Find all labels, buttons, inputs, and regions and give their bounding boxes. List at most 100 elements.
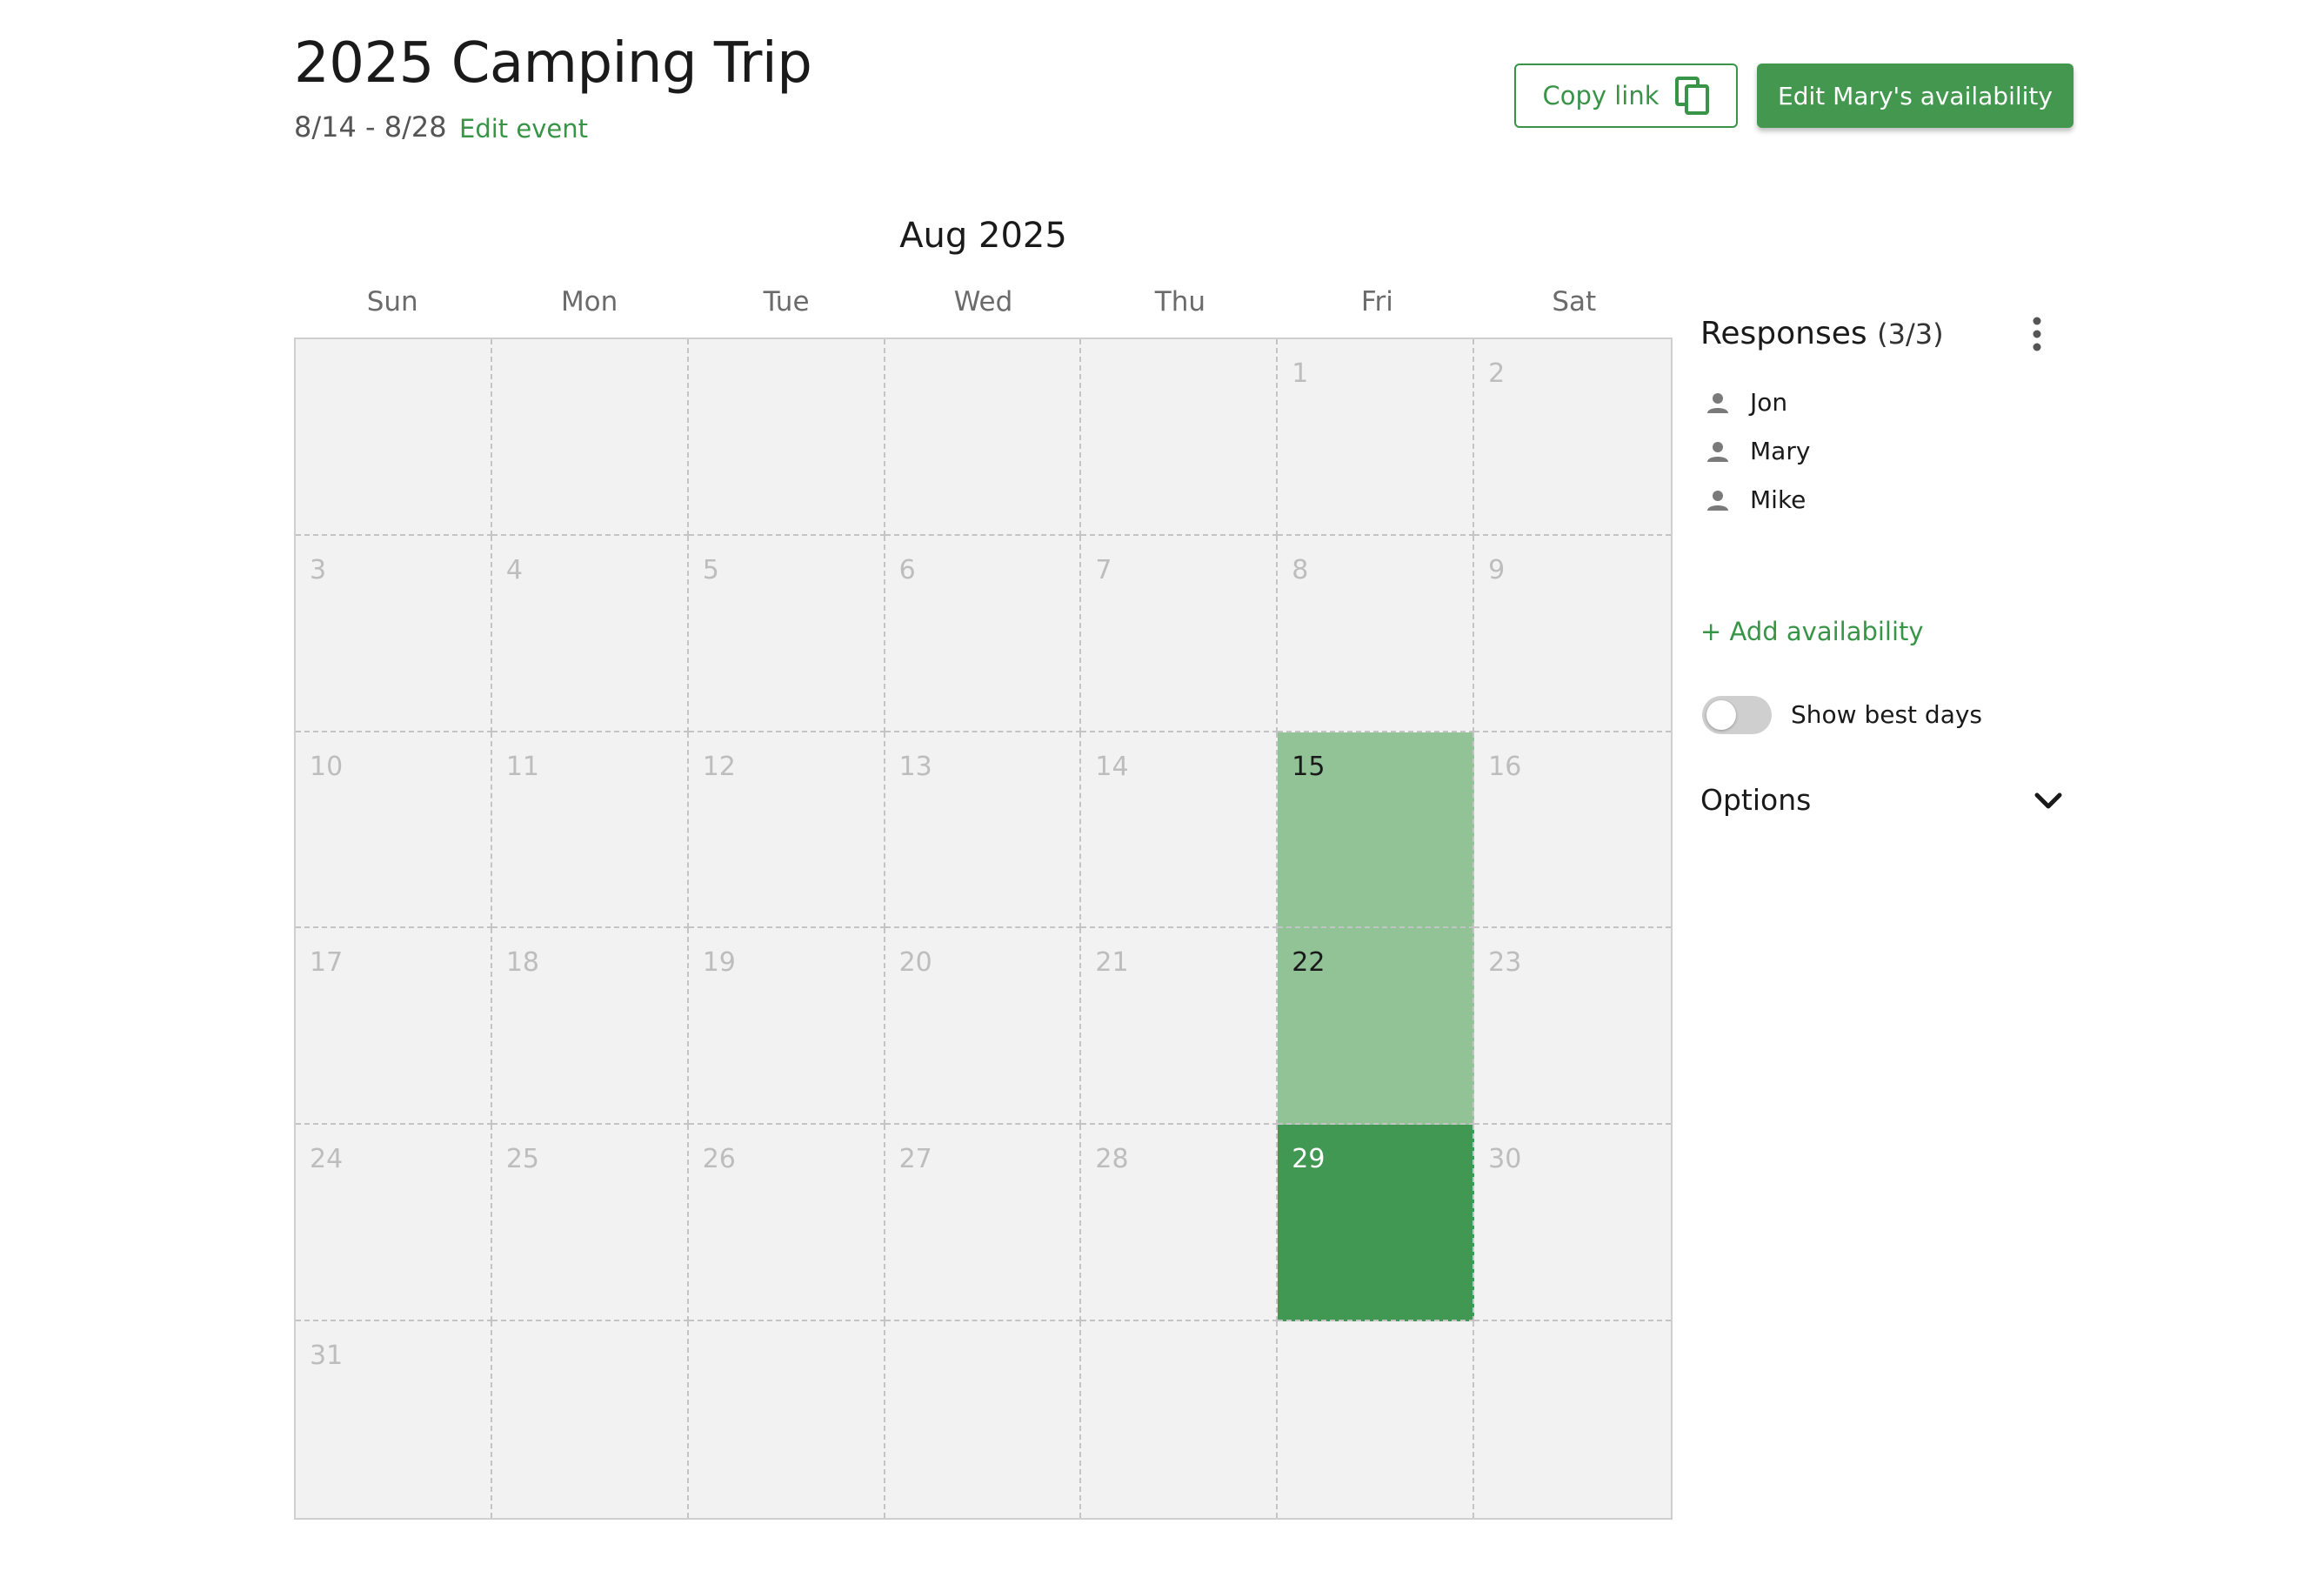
event-date-range: 8/14 - 8/28 [294, 110, 447, 144]
calendar-day-cell[interactable]: 19 [688, 928, 885, 1126]
calendar-day-cell[interactable]: 14 [1081, 732, 1279, 929]
calendar-empty-cell [688, 1321, 885, 1518]
show-best-days-label: Show best days [1791, 700, 1983, 729]
calendar-day-cell[interactable]: 25 [491, 1125, 689, 1322]
options-label: Options [1700, 783, 1812, 817]
calendar-empty-cell [1081, 339, 1279, 536]
day-number: 22 [1292, 947, 1326, 979]
weekday-label: Fri [1360, 286, 1393, 318]
show-best-days-toggle[interactable] [1702, 696, 1772, 734]
day-number: 4 [505, 554, 523, 585]
day-number: 31 [310, 1340, 344, 1372]
calendar-empty-cell [296, 339, 492, 536]
edit-availability-button[interactable]: Edit Mary's availability [1757, 64, 2074, 128]
calendar-day-cell[interactable]: 12 [688, 732, 885, 929]
calendar-day-cell[interactable]: 7 [1081, 535, 1279, 732]
day-number: 29 [1292, 1144, 1326, 1175]
weekday-label: Sat [1552, 286, 1597, 318]
day-number: 15 [1292, 751, 1326, 782]
calendar-day-cell[interactable]: 31 [296, 1321, 492, 1518]
calendar-day-cell[interactable]: 28 [1081, 1125, 1279, 1322]
responder-item[interactable]: Jon [1706, 384, 1787, 422]
day-number: 17 [310, 947, 344, 979]
calendar-day-cell[interactable]: 6 [885, 535, 1082, 732]
responder-item[interactable]: Mary [1706, 432, 1810, 471]
calendar-day-cell[interactable]: 18 [491, 928, 689, 1126]
calendar-day-cell[interactable]: 5 [688, 535, 885, 732]
calendar-day-cell[interactable]: 27 [885, 1125, 1082, 1322]
calendar-day-cell[interactable]: 23 [1474, 928, 1671, 1126]
responder-name: Jon [1750, 388, 1788, 417]
weekday-header: Sun Mon Tue Wed Thu Fri Sat [294, 283, 1673, 321]
responses-title: Responses [1700, 316, 1867, 351]
calendar-day-cell[interactable]: 21 [1081, 928, 1279, 1126]
weekday-label: Tue [763, 286, 810, 318]
day-number: 7 [1095, 554, 1112, 585]
calendar-day-cell[interactable]: 3 [296, 535, 492, 732]
responses-count: (3/3) [1877, 318, 1944, 351]
day-number: 14 [1095, 751, 1129, 782]
copy-link-button[interactable]: Copy link [1514, 64, 1738, 128]
day-number: 10 [310, 751, 344, 782]
day-number: 9 [1488, 554, 1506, 585]
day-number: 19 [702, 947, 736, 979]
day-number: 20 [898, 947, 932, 979]
event-title: 2025 Camping Trip [294, 31, 812, 96]
calendar-day-cell[interactable]: 26 [688, 1125, 885, 1322]
chevron-down-icon [2033, 787, 2064, 813]
responder-name: Mary [1750, 437, 1811, 465]
day-number: 28 [1095, 1144, 1129, 1175]
calendar-empty-cell [1474, 1321, 1671, 1518]
month-label: Aug 2025 [899, 216, 1067, 256]
responder-name: Mike [1750, 485, 1806, 514]
calendar-day-cell[interactable]: 10 [296, 732, 492, 929]
responses-heading: Responses (3/3) [1700, 312, 1944, 356]
calendar-day-cell[interactable]: 4 [491, 535, 689, 732]
day-number: 18 [505, 947, 540, 979]
calendar-grid: 1 2 3 4 5 6 7 8 9 10 11 12 13 14 15 16 17 18 19 20 21 22 23 24 2… [294, 338, 1673, 1520]
calendar-day-cell[interactable]: 20 [885, 928, 1082, 1126]
weekday-label: Mon [560, 286, 618, 318]
calendar-day-cell[interactable]: 13 [885, 732, 1082, 929]
edit-event-link[interactable]: Edit event [459, 111, 588, 146]
calendar-day-cell[interactable]: 2 [1474, 339, 1671, 536]
calendar-day-cell[interactable]: 17 [296, 928, 492, 1126]
day-number: 3 [310, 554, 327, 585]
calendar-empty-cell [688, 339, 885, 536]
calendar-day-cell[interactable]: 1 [1278, 339, 1475, 536]
copy-icon [1674, 77, 1710, 115]
calendar-empty-cell [885, 339, 1082, 536]
calendar-day-cell[interactable]: 22 [1278, 928, 1475, 1126]
calendar-day-cell[interactable]: 16 [1474, 732, 1671, 929]
calendar-day-cell[interactable]: 11 [491, 732, 689, 929]
day-number: 1 [1292, 358, 1309, 389]
options-dropdown[interactable]: Options [1700, 779, 2066, 822]
weekday-label: Thu [1154, 286, 1206, 318]
responder-item[interactable]: Mike [1706, 481, 1806, 519]
person-icon [1706, 489, 1729, 511]
day-number: 27 [898, 1144, 932, 1175]
calendar-day-cell[interactable]: 8 [1278, 535, 1475, 732]
day-number: 30 [1488, 1144, 1522, 1175]
calendar-empty-cell [491, 1321, 689, 1518]
more-vertical-icon[interactable] [2020, 314, 2054, 354]
calendar-empty-cell [1278, 1321, 1475, 1518]
day-number: 12 [702, 751, 736, 782]
add-availability-link[interactable]: + Add availability [1700, 614, 1924, 649]
calendar-day-cell[interactable]: 30 [1474, 1125, 1671, 1322]
calendar-day-cell[interactable]: 29 [1278, 1125, 1475, 1322]
day-number: 24 [310, 1144, 344, 1175]
day-number: 6 [898, 554, 916, 585]
day-number: 2 [1488, 358, 1506, 389]
weekday-label: Sun [366, 286, 418, 318]
calendar-day-cell[interactable]: 24 [296, 1125, 492, 1322]
weekday-label: Wed [953, 286, 1013, 318]
day-number: 8 [1292, 554, 1309, 585]
day-number: 11 [505, 751, 540, 782]
copy-link-label: Copy link [1542, 81, 1660, 110]
calendar-day-cell[interactable]: 15 [1278, 732, 1475, 929]
person-icon [1706, 440, 1729, 463]
calendar-empty-cell [1081, 1321, 1279, 1518]
calendar-day-cell[interactable]: 9 [1474, 535, 1671, 732]
day-number: 23 [1488, 947, 1522, 979]
